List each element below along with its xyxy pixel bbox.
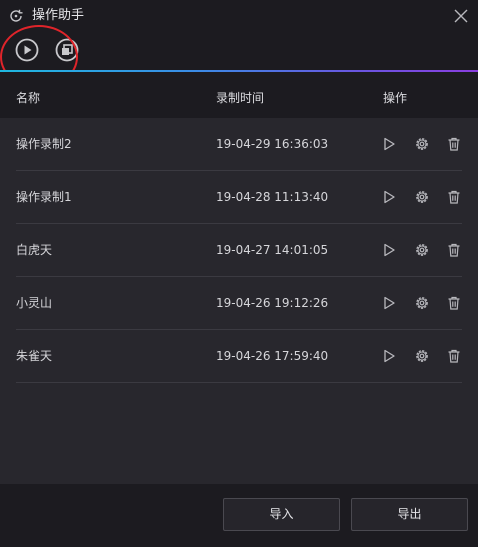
table-row[interactable]: 朱雀天 19-04-26 17:59:40 xyxy=(0,330,478,383)
column-header-actions: 操作 xyxy=(383,91,408,105)
trash-icon[interactable] xyxy=(445,294,463,312)
trash-icon[interactable] xyxy=(445,347,463,365)
play-icon[interactable] xyxy=(380,347,398,365)
row-time: 19-04-28 11:13:40 xyxy=(216,190,329,204)
gear-icon[interactable] xyxy=(413,347,431,365)
trash-icon[interactable] xyxy=(445,188,463,206)
refresh-icon xyxy=(10,9,23,22)
row-name: 白虎天 xyxy=(16,243,53,257)
row-name: 操作录制1 xyxy=(16,190,72,204)
play-icon[interactable] xyxy=(380,294,398,312)
table-row[interactable]: 操作录制2 19-04-29 16:36:03 xyxy=(0,118,478,171)
operation-assistant-window: 操作助手 名称 录制时间 操作 操作录制2 19-04-29 16:36:03 xyxy=(0,0,478,547)
recording-list: 操作录制2 19-04-29 16:36:03 操作录制1 19-04-28 1… xyxy=(0,118,478,484)
column-header-time: 录制时间 xyxy=(216,91,265,105)
row-name: 小灵山 xyxy=(16,296,53,310)
table-header: 名称 录制时间 操作 xyxy=(0,72,478,118)
title-bar: 操作助手 xyxy=(0,0,478,32)
column-header-name: 名称 xyxy=(16,91,41,105)
play-icon[interactable] xyxy=(380,188,398,206)
close-icon[interactable] xyxy=(452,7,470,25)
trash-icon[interactable] xyxy=(445,241,463,259)
row-time: 19-04-26 17:59:40 xyxy=(216,349,329,363)
table-row[interactable]: 小灵山 19-04-26 19:12:26 xyxy=(0,277,478,330)
toolbar xyxy=(0,32,478,70)
trash-icon[interactable] xyxy=(445,135,463,153)
row-time: 19-04-26 19:12:26 xyxy=(216,296,329,310)
gear-icon[interactable] xyxy=(413,188,431,206)
play-icon[interactable] xyxy=(380,135,398,153)
import-button[interactable]: 导入 xyxy=(223,498,340,531)
row-divider xyxy=(16,382,462,383)
export-button[interactable]: 导出 xyxy=(351,498,468,531)
play-circle-icon[interactable] xyxy=(14,37,40,63)
table-row[interactable]: 操作录制1 19-04-28 11:13:40 xyxy=(0,171,478,224)
row-time: 19-04-27 14:01:05 xyxy=(216,243,329,257)
row-name: 操作录制2 xyxy=(16,137,72,151)
gear-icon[interactable] xyxy=(413,241,431,259)
gear-icon[interactable] xyxy=(413,294,431,312)
copy-icon[interactable] xyxy=(54,37,80,63)
gear-icon[interactable] xyxy=(413,135,431,153)
table-row[interactable]: 白虎天 19-04-27 14:01:05 xyxy=(0,224,478,277)
row-time: 19-04-29 16:36:03 xyxy=(216,137,329,151)
row-name: 朱雀天 xyxy=(16,349,53,363)
footer-bar: 导入 导出 xyxy=(0,484,478,547)
play-icon[interactable] xyxy=(380,241,398,259)
window-title: 操作助手 xyxy=(32,8,85,23)
